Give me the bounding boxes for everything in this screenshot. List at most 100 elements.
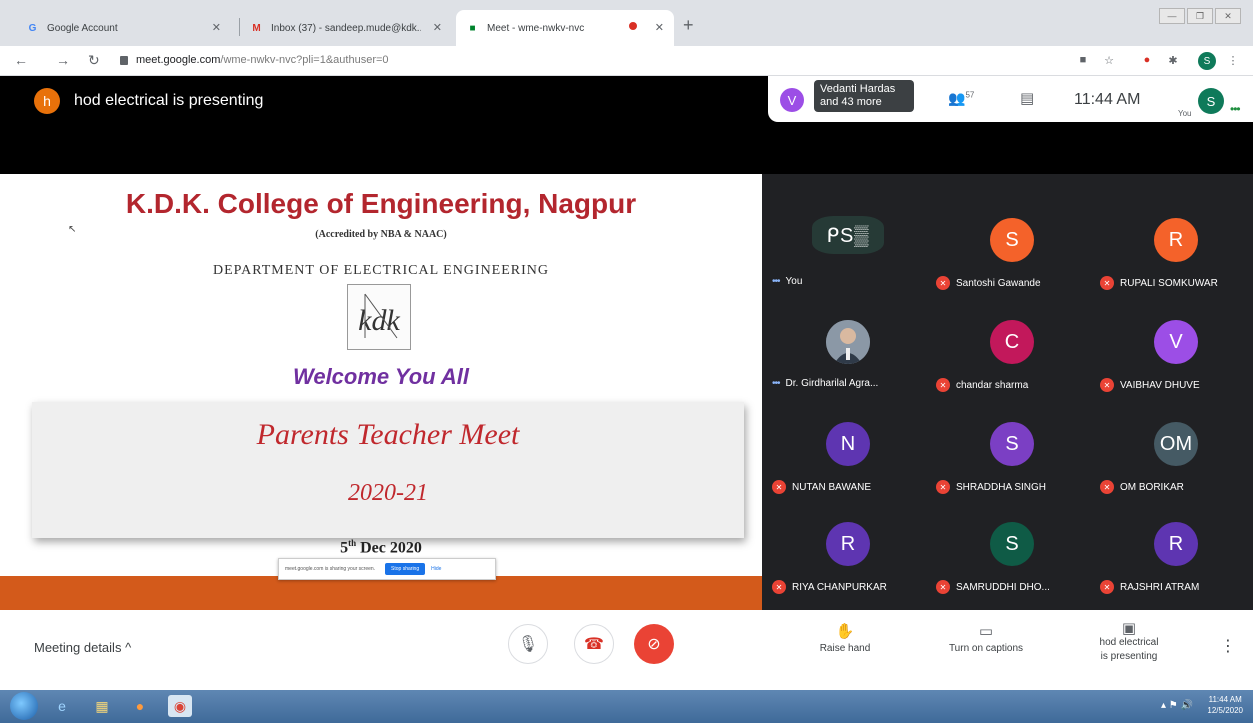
profile-avatar[interactable]: S (1198, 52, 1216, 70)
back-button[interactable]: ← (14, 52, 28, 68)
star-icon[interactable]: ☆ (1102, 53, 1116, 67)
hide-button[interactable]: Hide (431, 566, 441, 572)
muted-mic-icon: ✕ (1100, 378, 1114, 392)
camera-toggle-button[interactable]: ⊘ (634, 624, 674, 664)
participant-avatar: V (780, 88, 804, 112)
participant-avatar: S (990, 422, 1034, 466)
screen-share-notice: meet.google.com is sharing your screen. … (278, 558, 496, 580)
participant-tile[interactable]: S ✕ SHRADDHA SINGH (930, 396, 1094, 496)
participant-avatar: V (1154, 320, 1198, 364)
maximize-button[interactable]: ❐ (1187, 8, 1213, 24)
participant-tile[interactable]: ᑭS▒ ••• You (766, 192, 930, 292)
presenting-button[interactable]: ▣ hod electrical is presenting (1086, 620, 1172, 664)
participant-name: chandar sharma (956, 379, 1029, 391)
participant-avatar: C (990, 320, 1034, 364)
participant-tile[interactable]: R ✕ RIYA CHANPURKAR (766, 496, 930, 596)
participant-name-row: ••• Dr. Girdharilal Agra... (772, 378, 878, 389)
close-icon[interactable]: ✕ (433, 21, 442, 34)
taskbar-time: 11:44 AM (1208, 695, 1242, 704)
slide-department: DEPARTMENT OF ELECTRICAL ENGINEERING (212, 263, 550, 278)
forward-button[interactable]: → (56, 52, 70, 68)
participant-name: VAIBHAV DHUVE (1120, 379, 1200, 391)
more-options-icon[interactable]: ••• (1230, 102, 1241, 116)
muted-mic-icon: ✕ (772, 580, 786, 594)
browser-toolbar: ← → ↻ meet.google.com/wme-nwkv-nvc?pli=1… (0, 46, 1253, 76)
you-label: You (1178, 109, 1192, 118)
lock-icon (120, 56, 128, 65)
more-options-icon[interactable]: ⋮ (1220, 636, 1236, 656)
leave-call-button[interactable]: ☎ (574, 624, 614, 664)
internet-explorer-icon[interactable]: e (50, 695, 74, 717)
captions-button[interactable]: ▭ Turn on captions (934, 622, 1038, 654)
participant-name: You (785, 276, 803, 287)
participant-name-row: ✕ RUPALI SOMKUWAR (1100, 276, 1218, 290)
taskbar-date: 12/5/2020 (1207, 706, 1243, 715)
minimize-button[interactable]: — (1159, 8, 1185, 24)
url-host: meet.google.com (136, 54, 221, 66)
college-logo-icon: kdk (358, 293, 400, 339)
menu-icon[interactable]: ⋮ (1226, 53, 1240, 67)
participant-name-row: ••• You (772, 276, 802, 287)
audio-level-icon: ••• (772, 276, 780, 287)
presenter-avatar: h (34, 88, 60, 114)
date-rest: Dec 2020 (360, 539, 422, 557)
microphone-button[interactable]: 🎙 (508, 624, 548, 664)
participant-tile[interactable]: ••• Dr. Girdharilal Agra... (766, 294, 930, 394)
new-tab-button[interactable]: + (683, 15, 694, 36)
camera-icon[interactable]: ■ (1076, 53, 1090, 67)
captions-icon: ▭ (978, 623, 994, 640)
stop-sharing-button[interactable]: Stop sharing (385, 563, 426, 575)
start-button[interactable] (10, 692, 38, 720)
participant-tile[interactable]: V ✕ VAIBHAV DHUVE (1094, 294, 1253, 394)
taskbar-clock: 11:44 AM 12/5/2020 (1207, 694, 1243, 716)
participant-name-row: ✕ chandar sharma (936, 378, 1028, 392)
meeting-clock: 11:44 AM (1074, 91, 1141, 108)
participant-name-row: ✕ OM BORIKAR (1100, 480, 1184, 494)
close-window-button[interactable]: ✕ (1215, 8, 1241, 24)
system-tray-icons: ▴ ⚑ 🔊 (1161, 700, 1193, 711)
tab-meet[interactable]: ■ Meet - wme-nwkv-nvc ✕ (456, 10, 674, 46)
muted-mic-icon: ✕ (936, 580, 950, 594)
chat-button[interactable]: ▤ (1020, 89, 1034, 107)
tab-gmail-inbox[interactable]: M Inbox (37) - sandeep.mude@kdk... ✕ (240, 10, 452, 46)
self-avatar[interactable]: S (1198, 88, 1224, 114)
slide-footer-stripe (0, 576, 762, 610)
people-button[interactable]: 👥57 (948, 90, 974, 107)
captions-label: Turn on captions (948, 643, 1024, 654)
participant-name: Dr. Girdharilal Agra... (785, 378, 879, 389)
address-bar[interactable]: meet.google.com/wme-nwkv-nvc?pli=1&authu… (136, 54, 389, 66)
participant-tile[interactable]: S ✕ SAMRUDDHI DHO... (930, 496, 1094, 596)
people-count: 57 (965, 90, 975, 100)
slide-event-year: 2020-21 (348, 480, 428, 506)
media-player-icon[interactable]: ● (128, 695, 152, 717)
slide-title: K.D.K. College of Engineering, Nagpur (125, 188, 637, 219)
browser-tab-strip: G Google Account ✕ M Inbox (37) - sandee… (0, 0, 1253, 46)
present-icon: ▣ (1121, 620, 1137, 637)
participant-avatar: ᑭS▒ (812, 216, 884, 254)
tab-title: Inbox (37) - sandeep.mude@kdk... (271, 22, 421, 34)
muted-mic-icon: ✕ (772, 480, 786, 494)
date-day: 5 (340, 539, 349, 557)
reload-button[interactable]: ↻ (88, 52, 100, 69)
close-icon[interactable]: ✕ (655, 21, 664, 34)
meeting-details-button[interactable]: Meeting details ^ (34, 640, 131, 655)
participant-tile[interactable]: S ✕ Santoshi Gawande (930, 192, 1094, 292)
tab-google-account[interactable]: G Google Account ✕ (16, 10, 231, 46)
chrome-icon[interactable]: ◉ (168, 695, 192, 717)
participant-tile[interactable]: OM ✕ OM BORIKAR (1094, 396, 1253, 496)
puzzle-icon[interactable]: ✱ (1166, 53, 1180, 67)
raise-hand-label: Raise hand (819, 643, 871, 654)
file-explorer-icon[interactable]: ▦ (90, 695, 114, 717)
participant-tile[interactable]: R ✕ RAJSHRI ATRAM (1094, 496, 1253, 596)
participant-tile[interactable]: R ✕ RUPALI SOMKUWAR (1094, 192, 1253, 292)
participant-name-row: ✕ VAIBHAV DHUVE (1100, 378, 1200, 392)
participant-tile[interactable]: N ✕ NUTAN BAWANE (766, 396, 930, 496)
slide-event-title: Parents Teacher Meet (256, 418, 520, 451)
slide-accreditation: (Accredited by NBA & NAAC) (315, 229, 447, 240)
google-g-icon: G (28, 22, 37, 34)
close-icon[interactable]: ✕ (212, 21, 221, 34)
participant-tile[interactable]: C ✕ chandar sharma (930, 294, 1094, 394)
slide-welcome: Welcome You All (292, 364, 470, 389)
raise-hand-button[interactable]: ✋ Raise hand (810, 622, 880, 654)
extension-icon[interactable]: ● (1140, 53, 1154, 67)
